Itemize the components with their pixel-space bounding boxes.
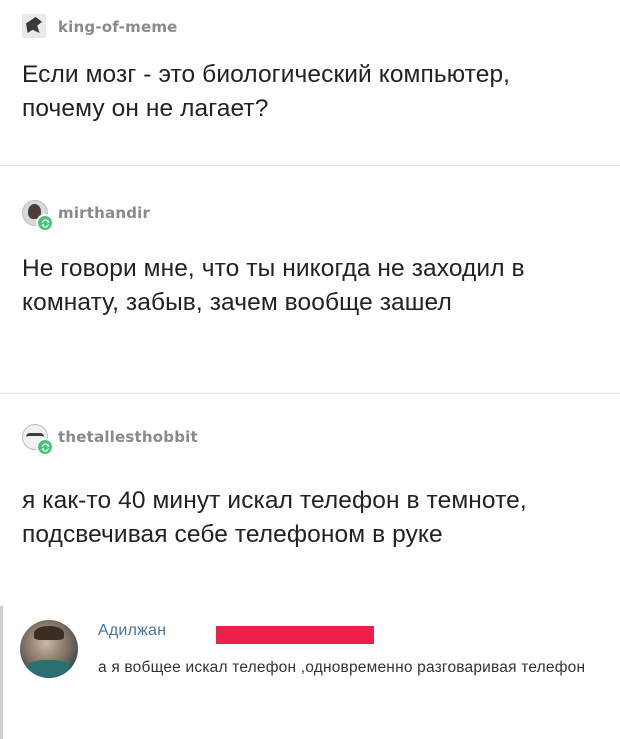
post-2-username[interactable]: mirthandir <box>58 204 150 222</box>
comment-bar <box>0 606 3 739</box>
post-2-avatar[interactable] <box>22 200 54 232</box>
post-3-username[interactable]: thetallesthobbit <box>58 428 198 446</box>
comment-author[interactable]: Адилжан <box>98 622 166 640</box>
post-2-text: Не говори мне, что ты никогда не заходил… <box>22 255 525 316</box>
redaction-bar <box>216 626 374 644</box>
post-3-avatar[interactable] <box>22 424 54 456</box>
post-3-header: thetallesthobbit <box>22 424 198 456</box>
post-divider <box>0 393 620 394</box>
post-1-username[interactable]: king-of-meme <box>58 18 178 36</box>
post-1-text: Если мозг - это биологический компьютер,… <box>22 61 511 122</box>
post-3-text: я как-то 40 минут искал телефон в темнот… <box>22 487 527 548</box>
post-1-avatar[interactable] <box>22 14 48 40</box>
post-divider <box>0 165 620 166</box>
post-1-header: king-of-meme <box>22 14 178 40</box>
reblog-icon <box>36 438 54 456</box>
meme-figure-icon <box>22 14 46 38</box>
post-2-header: mirthandir <box>22 200 150 232</box>
reblog-icon <box>36 214 54 232</box>
comment-text: а я вобщее искал телефон ,одновременно р… <box>98 659 586 676</box>
comment-avatar[interactable] <box>20 620 78 678</box>
